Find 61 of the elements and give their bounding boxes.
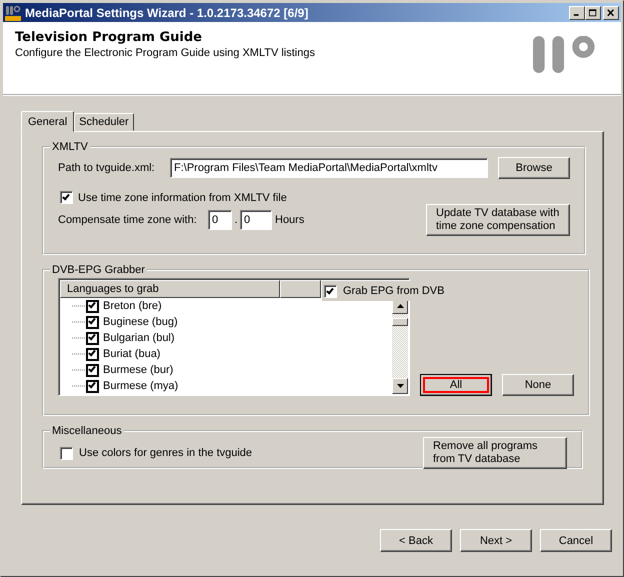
page-subtitle: Configure the Electronic Program Guide using XMLTV listings (15, 47, 315, 59)
tree-line-icon (72, 369, 86, 371)
close-icon (607, 8, 615, 16)
none-button[interactable]: None (502, 374, 574, 396)
column-header[interactable]: Languages to grab (60, 280, 280, 298)
hours-field[interactable]: 0 (208, 210, 232, 230)
tree-line-icon (72, 321, 86, 323)
path-field[interactable]: F:\Program Files\Team MediaPortal\MediaPortal\xmltv (170, 158, 488, 178)
tab[interactable]: Scheduler (74, 113, 134, 131)
language-item[interactable]: Breton (bre) (103, 300, 162, 312)
tab[interactable]: General (21, 111, 74, 132)
language-item[interactable]: Buriat (bua) (103, 348, 160, 360)
wizard-button[interactable]: < Back (380, 529, 452, 552)
down-arrow-icon (396, 384, 404, 388)
checkbox-label: Grab EPG from DVB (343, 285, 444, 297)
close-button[interactable] (603, 6, 619, 20)
path-label: Path to tvguide.xml: (58, 162, 156, 174)
language-item[interactable]: Bulgarian (bul) (103, 332, 175, 344)
wizard-button[interactable]: Next > (460, 529, 532, 552)
language-item[interactable]: Burmese (mya) (103, 380, 178, 392)
logo-icon (533, 36, 597, 75)
page-title: Television Program Guide (15, 30, 204, 45)
checkbox[interactable] (86, 348, 99, 360)
scrollbar[interactable] (392, 298, 408, 394)
tree-line-icon (72, 337, 86, 339)
checkbox-label: Use colors for genres in the tvguide (79, 447, 252, 459)
app-icon (5, 4, 21, 20)
update-button[interactable]: Update TV database with time zone compensation (426, 204, 570, 236)
separator-text: . (233, 214, 239, 226)
browse-button[interactable]: Browse (498, 157, 570, 179)
group-label: Miscellaneous (51, 425, 123, 437)
remove-button[interactable]: Remove all programs from TV database (423, 437, 567, 469)
window-title: MediaPortal Settings Wizard - 1.0.2173.34672 [6/9] (25, 6, 310, 20)
maximize-icon (589, 8, 597, 16)
scroll-down-button[interactable] (392, 378, 408, 394)
tree-line-icon (72, 353, 86, 355)
minutes-field[interactable]: 0 (240, 210, 272, 230)
minimize-button[interactable] (569, 6, 585, 20)
unit-label: Hours (275, 214, 306, 226)
checkbox[interactable] (324, 284, 337, 298)
scroll-thumb[interactable] (392, 318, 408, 326)
checkbox[interactable] (60, 446, 73, 460)
checkbox[interactable] (60, 191, 73, 204)
checkbox-label: Use time zone information from XMLTV file (78, 192, 287, 204)
checkbox[interactable] (86, 380, 99, 392)
checkbox[interactable] (86, 364, 99, 376)
tree-line-icon (72, 385, 86, 387)
group-label: XMLTV (51, 141, 89, 153)
all-button[interactable]: All (420, 374, 492, 396)
checkbox[interactable] (86, 316, 99, 328)
checkbox[interactable] (86, 332, 99, 344)
maximize-button[interactable] (585, 6, 601, 20)
language-item[interactable]: Buginese (bug) (103, 316, 178, 328)
compensate-label: Compensate time zone with: (58, 214, 198, 226)
language-item[interactable]: Burmese (bur) (103, 364, 174, 376)
wizard-button[interactable]: Cancel (540, 529, 612, 552)
column-header[interactable] (280, 280, 321, 298)
checkbox[interactable] (86, 300, 99, 312)
up-arrow-icon (396, 304, 404, 308)
tree-line-icon (72, 305, 86, 307)
group-label: DVB-EPG Grabber (51, 264, 146, 276)
